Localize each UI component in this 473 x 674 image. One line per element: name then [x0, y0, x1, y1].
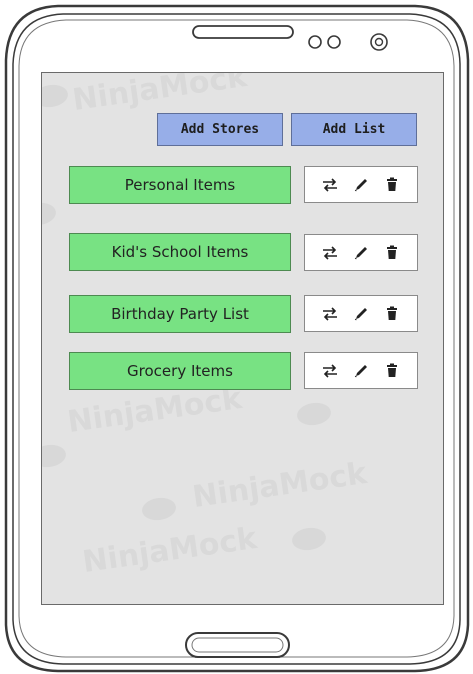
list-item-birthday-party-list[interactable]: Birthday Party List — [69, 295, 291, 333]
swap-arrows-icon[interactable] — [320, 361, 340, 381]
watermark-logo-icon — [295, 400, 333, 428]
watermark-logo-icon — [42, 82, 70, 110]
list-item-grocery-items[interactable]: Grocery Items — [69, 352, 291, 390]
list-actions — [304, 234, 418, 271]
pencil-icon[interactable] — [351, 243, 371, 263]
trash-icon[interactable] — [382, 304, 402, 324]
watermark-logo-icon — [42, 442, 68, 470]
swap-arrows-icon[interactable] — [320, 304, 340, 324]
trash-icon[interactable] — [382, 243, 402, 263]
watermark-text: NinjaMock — [190, 455, 370, 516]
list-actions — [304, 166, 418, 203]
list-item-personal-items[interactable]: Personal Items — [69, 166, 291, 204]
app-screen: NinjaMock NinjaMock NinjaMock NinjaMock … — [41, 72, 444, 605]
watermark-logo-icon — [290, 525, 328, 553]
watermark-logo-icon — [42, 200, 58, 228]
watermark-text: NinjaMock — [70, 72, 250, 119]
watermark-text: NinjaMock — [80, 520, 260, 581]
swap-arrows-icon[interactable] — [320, 243, 340, 263]
add-stores-button[interactable]: Add Stores — [157, 113, 283, 146]
pencil-icon[interactable] — [351, 175, 371, 195]
list-actions — [304, 295, 418, 332]
swap-arrows-icon[interactable] — [320, 175, 340, 195]
pencil-icon[interactable] — [351, 304, 371, 324]
trash-icon[interactable] — [382, 361, 402, 381]
trash-icon[interactable] — [382, 175, 402, 195]
list-item-kids-school-items[interactable]: Kid's School Items — [69, 233, 291, 271]
watermark-logo-icon — [140, 495, 178, 523]
pencil-icon[interactable] — [351, 361, 371, 381]
list-actions — [304, 352, 418, 389]
add-list-button[interactable]: Add List — [291, 113, 417, 146]
